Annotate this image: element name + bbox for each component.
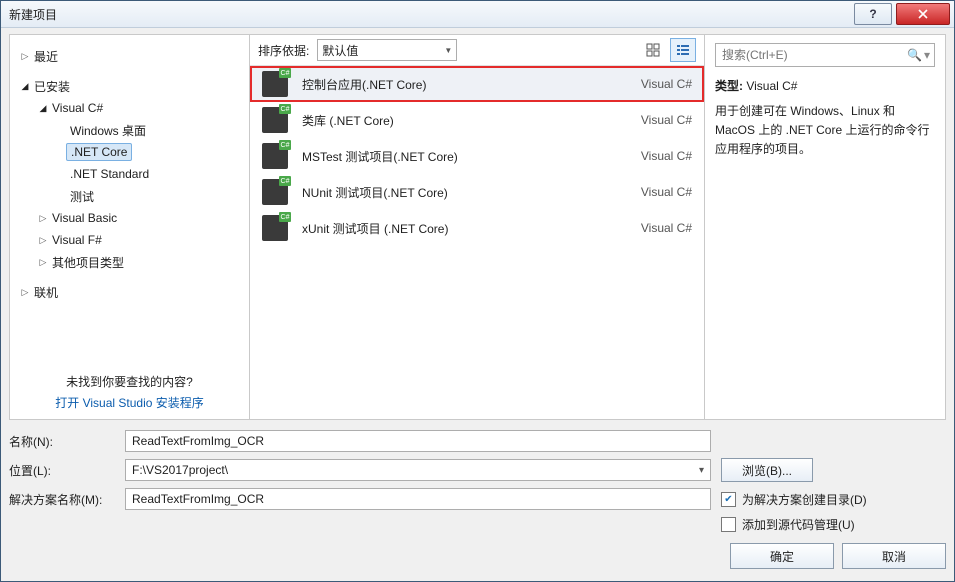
template-lang: Visual C# [641, 149, 692, 163]
close-icon [918, 9, 928, 19]
window-title: 新建项目 [9, 6, 854, 23]
template-name: 类库 (.NET Core) [302, 112, 627, 129]
type-label: 类型: [715, 79, 743, 93]
view-list-button[interactable] [670, 38, 696, 62]
template-lang: Visual C# [641, 113, 692, 127]
template-row[interactable]: C# NUnit 测试项目(.NET Core) Visual C# [250, 174, 704, 210]
not-found-label: 未找到你要查找的内容? [10, 373, 249, 390]
template-toolbar: 排序依据: 默认值 ▼ [250, 35, 704, 66]
grid-icon [646, 43, 660, 57]
template-row[interactable]: C# 控制台应用(.NET Core) Visual C# [250, 66, 704, 102]
solution-name-label: 解决方案名称(M): [9, 491, 115, 508]
name-input[interactable]: ReadTextFromImg_OCR [125, 430, 711, 452]
close-button[interactable] [896, 3, 950, 25]
details-pane: 🔍 ▾ 类型: Visual C# 用于创建可在 Windows、Linux 和… [705, 35, 945, 419]
create-dir-checkbox[interactable]: ✔ 为解决方案创建目录(D) [721, 491, 867, 508]
template-center-pane: 排序依据: 默认值 ▼ C#控制台应用(.NET Core)Vis [250, 35, 705, 419]
template-row[interactable]: C# MSTest 测试项目(.NET Core) Visual C# [250, 138, 704, 174]
open-installer-link[interactable]: 打开 Visual Studio 安装程序 [55, 396, 204, 410]
dialog-footer: 确定 取消 [9, 543, 946, 569]
browse-button[interactable]: 浏览(B)... [721, 458, 813, 482]
template-name: MSTest 测试项目(.NET Core) [302, 148, 627, 165]
ok-button[interactable]: 确定 [730, 543, 834, 569]
tree-recent[interactable]: ▷最近 [16, 45, 243, 67]
tree-visual-csharp[interactable]: ◢Visual C# [34, 97, 243, 119]
location-label: 位置(L): [9, 462, 115, 479]
checkbox-unchecked-icon [721, 517, 736, 532]
new-project-dialog: 新建项目 ? ▷最近 ◢已安装 ◢Visual C# Windows 桌面 .N… [0, 0, 955, 582]
tree-online[interactable]: ▷联机 [16, 281, 243, 303]
form-area: 名称(N): ReadTextFromImg_OCR 位置(L): F:\VS2… [9, 430, 946, 569]
csharp-badge-icon: C# [279, 212, 291, 222]
dialog-content: ▷最近 ◢已安装 ◢Visual C# Windows 桌面 .NET Core… [1, 28, 954, 581]
template-tree-pane: ▷最近 ◢已安装 ◢Visual C# Windows 桌面 .NET Core… [10, 35, 250, 419]
template-lang: Visual C# [641, 77, 692, 91]
csharp-badge-icon: C# [279, 104, 291, 114]
sort-label: 排序依据: [258, 42, 309, 59]
template-lang: Visual C# [641, 185, 692, 199]
add-source-control-checkbox[interactable]: 添加到源代码管理(U) [721, 516, 855, 533]
tree-net-core[interactable]: .NET Core [52, 141, 243, 163]
type-row: 类型: Visual C# [715, 77, 935, 94]
template-name: xUnit 测试项目 (.NET Core) [302, 220, 627, 237]
csharp-badge-icon: C# [279, 140, 291, 150]
template-icon: C# [262, 107, 288, 133]
search-input[interactable] [720, 47, 907, 63]
template-icon: C# [262, 179, 288, 205]
template-row[interactable]: C# xUnit 测试项目 (.NET Core) Visual C# [250, 210, 704, 246]
list-icon [676, 43, 690, 57]
titlebar: 新建项目 ? [1, 1, 954, 28]
template-lang: Visual C# [641, 221, 692, 235]
tree-other-types[interactable]: ▷其他项目类型 [34, 251, 243, 273]
help-button[interactable]: ? [854, 3, 892, 25]
template-name: 控制台应用(.NET Core) [302, 76, 627, 93]
location-input[interactable]: F:\VS2017project\ ▾ [125, 459, 711, 481]
template-description: 用于创建可在 Windows、Linux 和 MacOS 上的 .NET Cor… [715, 102, 935, 160]
template-icon: C# [262, 215, 288, 241]
template-name: NUnit 测试项目(.NET Core) [302, 184, 627, 201]
chevron-down-icon: ▼ [444, 46, 452, 55]
cancel-button[interactable]: 取消 [842, 543, 946, 569]
template-list: C# 控制台应用(.NET Core) Visual C# C# 类库 (.NET Co… [250, 66, 704, 419]
solution-name-input[interactable]: ReadTextFromImg_OCR [125, 488, 711, 510]
sort-combo[interactable]: 默认值 ▼ [317, 39, 457, 61]
type-value: Visual C# [746, 79, 797, 93]
tree-test[interactable]: 测试 [52, 185, 243, 207]
template-row[interactable]: C# 类库 (.NET Core) Visual C# [250, 102, 704, 138]
checkbox-checked-icon: ✔ [721, 492, 736, 507]
tree-visual-fsharp[interactable]: ▷Visual F# [34, 229, 243, 251]
template-icon: C# [262, 143, 288, 169]
tree-windows-desktop[interactable]: Windows 桌面 [52, 119, 243, 141]
upper-area: ▷最近 ◢已安装 ◢Visual C# Windows 桌面 .NET Core… [9, 34, 946, 420]
chevron-down-icon: ▾ [699, 465, 704, 476]
tree-installed[interactable]: ◢已安装 [16, 75, 243, 97]
csharp-badge-icon: C# [279, 68, 291, 78]
search-box[interactable]: 🔍 ▾ [715, 43, 935, 67]
tree-visual-basic[interactable]: ▷Visual Basic [34, 207, 243, 229]
clear-icon: ▾ [924, 48, 930, 62]
name-label: 名称(N): [9, 433, 115, 450]
view-grid-button[interactable] [640, 38, 666, 62]
tree-net-standard[interactable]: .NET Standard [52, 163, 243, 185]
csharp-badge-icon: C# [279, 176, 291, 186]
search-icon: 🔍 [907, 48, 922, 62]
template-icon: C# [262, 71, 288, 97]
